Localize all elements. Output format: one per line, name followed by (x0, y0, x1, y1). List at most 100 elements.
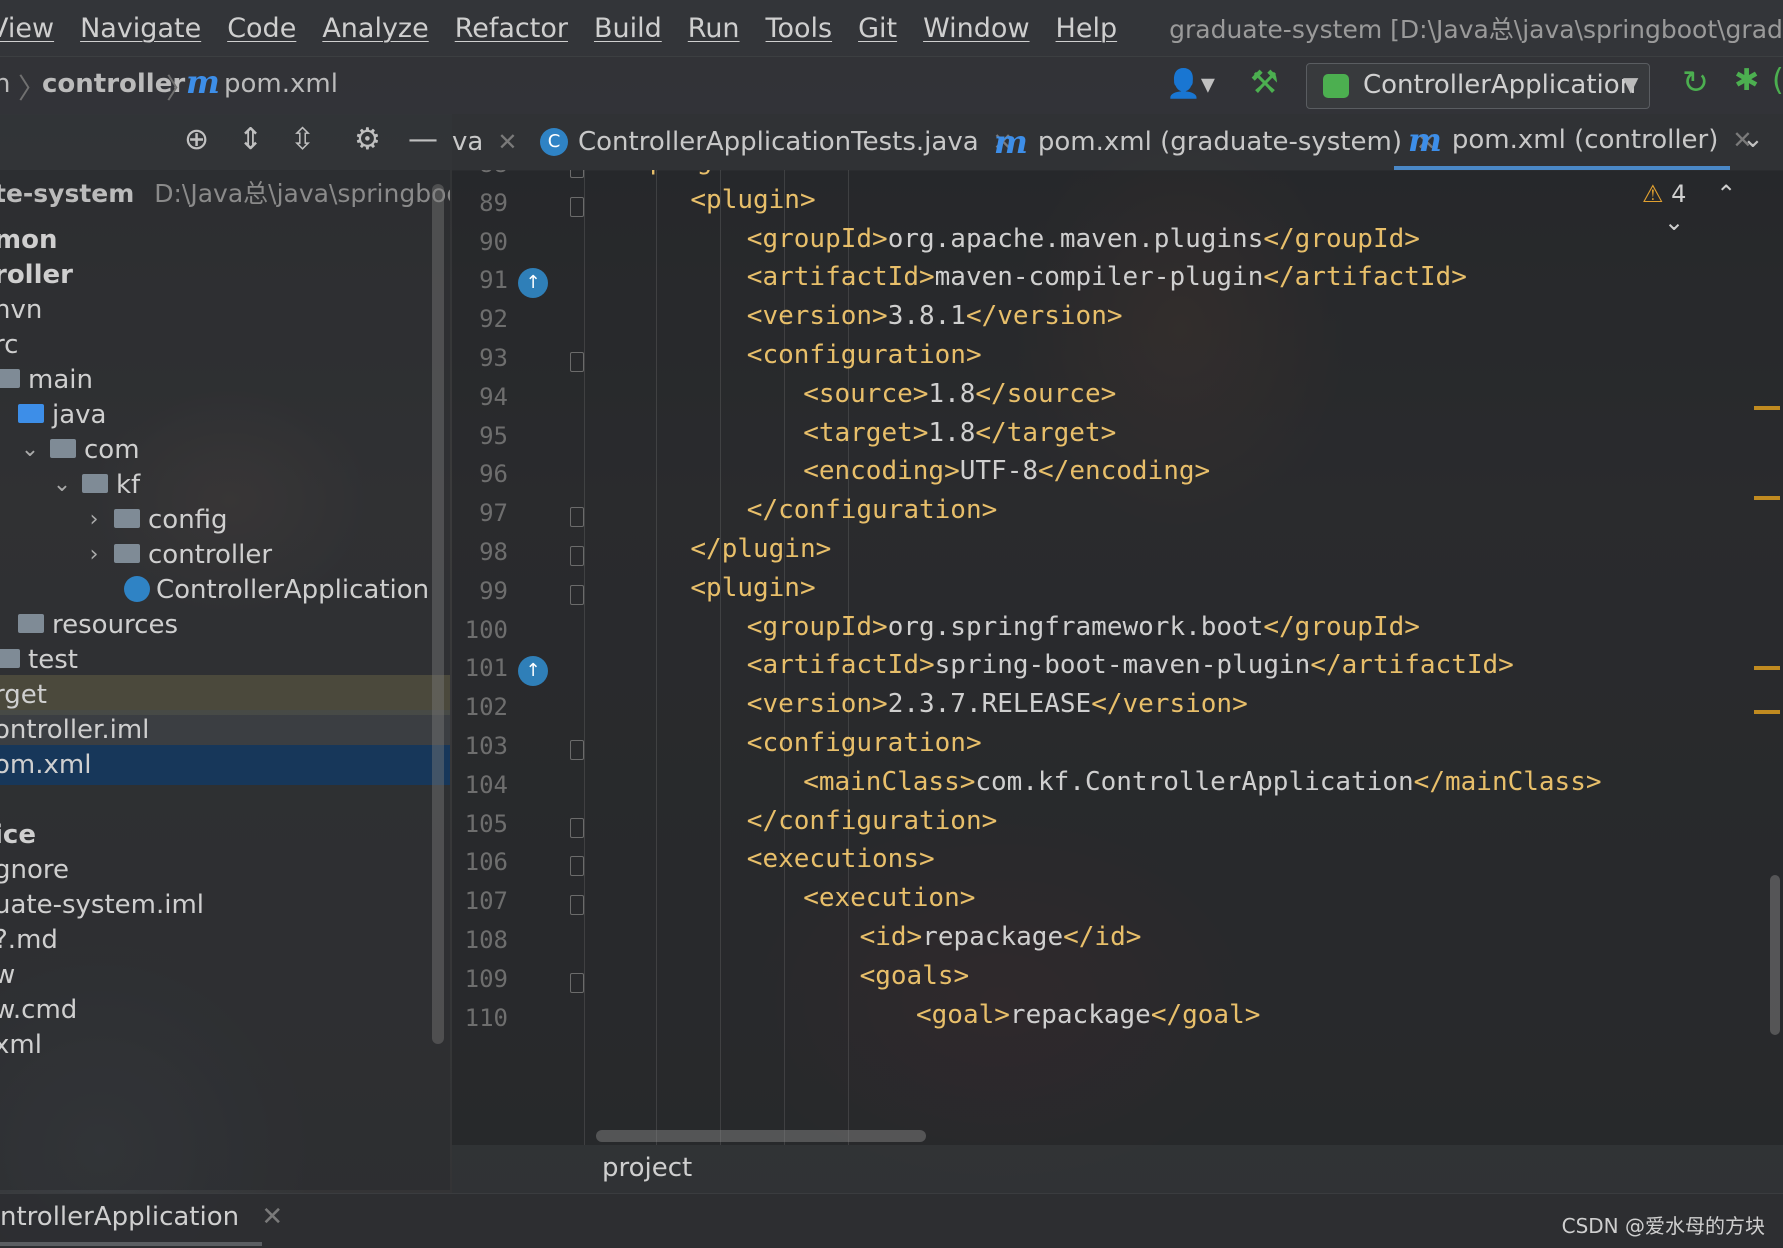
tree-item[interactable]: w.cmd (0, 990, 450, 1030)
tree-item[interactable]: nvn (0, 290, 450, 330)
menu-item-help[interactable]: Help (1056, 13, 1118, 44)
line-number: 106 (464, 848, 508, 877)
fold-marker-icon[interactable] (570, 817, 584, 838)
gear-icon[interactable]: ⚙ (354, 122, 381, 157)
maven-file-icon: m (994, 123, 1028, 161)
tree-item[interactable]: ⌄ com (0, 430, 450, 470)
tree-item[interactable]: rget (0, 675, 450, 715)
tree-item[interactable]: test (0, 640, 450, 680)
breadcrumb-module[interactable]: controller (42, 69, 185, 99)
run-tab[interactable]: ntrollerApplication ✕ (0, 1202, 283, 1232)
menu-item-git[interactable]: Git (858, 13, 897, 44)
navigation-bar: n 〉 controller 〉 m pom.xml 👤▾ ⚒ Controll… (0, 56, 1783, 115)
override-gutter-icon[interactable]: ↑ (518, 268, 548, 299)
menu-item-tools[interactable]: Tools (766, 13, 833, 44)
run-configuration-select[interactable]: ControllerApplication ▼ (1306, 63, 1650, 109)
tab-controller-application-tests[interactable]: C ControllerApplicationTests.java ✕ (540, 114, 1013, 170)
tree-item[interactable]: gnore (0, 850, 450, 890)
tree-item[interactable]: roller (0, 255, 450, 295)
menu-item-code[interactable]: Code (227, 13, 296, 44)
tab-pom-controller[interactable]: m pom.xml (controller) ✕ (1394, 114, 1753, 170)
tree-item[interactable]: main (0, 360, 450, 400)
tab-java-partial[interactable]: va ✕ (452, 114, 517, 170)
close-icon[interactable]: ✕ (497, 128, 517, 156)
tree-item[interactable]: ?.md (0, 920, 450, 960)
warning-stripe[interactable] (1754, 496, 1780, 500)
more-actions-icon[interactable]: ( (1772, 63, 1783, 98)
override-gutter-icon[interactable]: ↑ (518, 656, 548, 687)
warning-stripe[interactable] (1754, 710, 1780, 714)
fold-marker-icon[interactable] (570, 507, 584, 528)
tree-item[interactable]: ⌄ kf (0, 465, 450, 505)
fold-marker-icon[interactable] (570, 546, 584, 566)
rerun-icon[interactable]: ↻ (1682, 63, 1709, 101)
menu-item-refactor[interactable]: Refactor (455, 13, 568, 44)
menu-item-run[interactable]: Run (688, 13, 740, 44)
build-hammer-icon[interactable]: ⚒ (1250, 63, 1279, 101)
warning-icon: ⚠ (1642, 180, 1664, 208)
tab-label: pom.xml (controller) (1451, 125, 1719, 155)
tree-item[interactable]: xml (0, 1025, 450, 1065)
debug-bug-icon[interactable]: ✱ (1734, 63, 1759, 98)
editor-breadcrumb-project[interactable]: project (602, 1153, 692, 1183)
project-scrollbar[interactable] (432, 184, 444, 1044)
inspection-widget[interactable]: ⚠ 4 ⌃ ⌄ (1642, 180, 1783, 236)
tree-item[interactable]: rc (0, 325, 450, 365)
collapse-all-icon[interactable]: ⇳ (290, 122, 315, 157)
tree-item[interactable]: java (0, 395, 450, 435)
warning-stripe[interactable] (1754, 666, 1780, 670)
fold-marker-icon[interactable] (570, 196, 584, 217)
close-icon[interactable]: ✕ (261, 1202, 283, 1232)
menu-item-navigate[interactable]: Navigate (80, 13, 201, 44)
expand-all-icon[interactable]: ⇕ (238, 122, 263, 157)
tab-pom-graduate-system[interactable]: m pom.xml (graduate-system) ✕ (994, 114, 1436, 170)
editor-vertical-scrollbar[interactable] (1770, 875, 1780, 1035)
fold-marker-icon[interactable] (570, 895, 584, 916)
xml-tag: <executions> (746, 844, 935, 875)
breadcrumb-project[interactable]: n (0, 69, 10, 99)
tree-item[interactable]: om.xml (0, 745, 450, 785)
tree-item[interactable]: ontroller.iml (0, 710, 450, 750)
run-tool-tabs: ntrollerApplication ✕ CSDN @爱水母的方块 (0, 1193, 1783, 1248)
xml-tag: </version> (1091, 689, 1248, 720)
breadcrumb-file[interactable]: pom.xml (224, 69, 338, 99)
menu-item-view[interactable]: View (0, 13, 54, 44)
tree-item[interactable]: w (0, 955, 450, 995)
previous-highlight-icon[interactable]: ⌃ (1716, 180, 1736, 208)
tree-item[interactable]: › controller (0, 535, 450, 575)
fold-marker-icon[interactable] (570, 352, 584, 372)
fold-marker-icon[interactable] (570, 170, 584, 178)
next-highlight-icon[interactable]: ⌄ (1664, 208, 1684, 236)
menu-item-build[interactable]: Build (594, 13, 662, 44)
chevron-right-icon[interactable]: › (82, 500, 106, 540)
tree-item[interactable]: › config (0, 500, 450, 540)
chevron-right-icon[interactable]: › (82, 535, 106, 575)
code-line: </configuration> (747, 806, 997, 836)
warning-stripe[interactable] (1754, 406, 1780, 410)
tree-item[interactable]: resources (0, 605, 450, 645)
tab-label: va (452, 127, 484, 157)
fold-marker-icon[interactable] (570, 740, 584, 760)
editor-horizontal-scrollbar[interactable] (596, 1130, 926, 1142)
locate-crosshair-icon[interactable]: ⊕ (184, 122, 209, 157)
menu-item-window[interactable]: Window (923, 13, 1029, 44)
xml-text: 1.8 (928, 417, 976, 448)
code-editor[interactable]: 88<plugins>89<plugin>90<groupId>org.apac… (452, 170, 1783, 1145)
chevron-down-icon[interactable]: ⌄ (50, 465, 74, 505)
tree-item[interactable]: uate-system.iml (0, 885, 450, 925)
tab-list-chevron-icon[interactable]: ⌄ (1742, 124, 1764, 154)
minimize-icon[interactable]: — (408, 122, 438, 157)
project-root-row[interactable]: te-system D:\Java总\java\springboot\g (0, 170, 450, 218)
code-line: <goal>repackage</goal> (916, 1000, 1260, 1030)
fold-marker-icon[interactable] (570, 584, 584, 605)
menu-item-analyze[interactable]: Analyze (322, 13, 428, 44)
folder-icon (82, 474, 108, 493)
line-number: 102 (464, 693, 508, 722)
tree-item[interactable]: ice (0, 815, 450, 855)
fold-marker-icon[interactable] (570, 972, 584, 993)
tree-item[interactable]: ControllerApplication (0, 570, 450, 610)
chevron-down-icon[interactable]: ⌄ (18, 430, 42, 470)
user-account-icon[interactable]: 👤▾ (1166, 67, 1215, 100)
fold-marker-icon[interactable] (570, 856, 584, 877)
tree-item[interactable]: mon (0, 220, 450, 260)
